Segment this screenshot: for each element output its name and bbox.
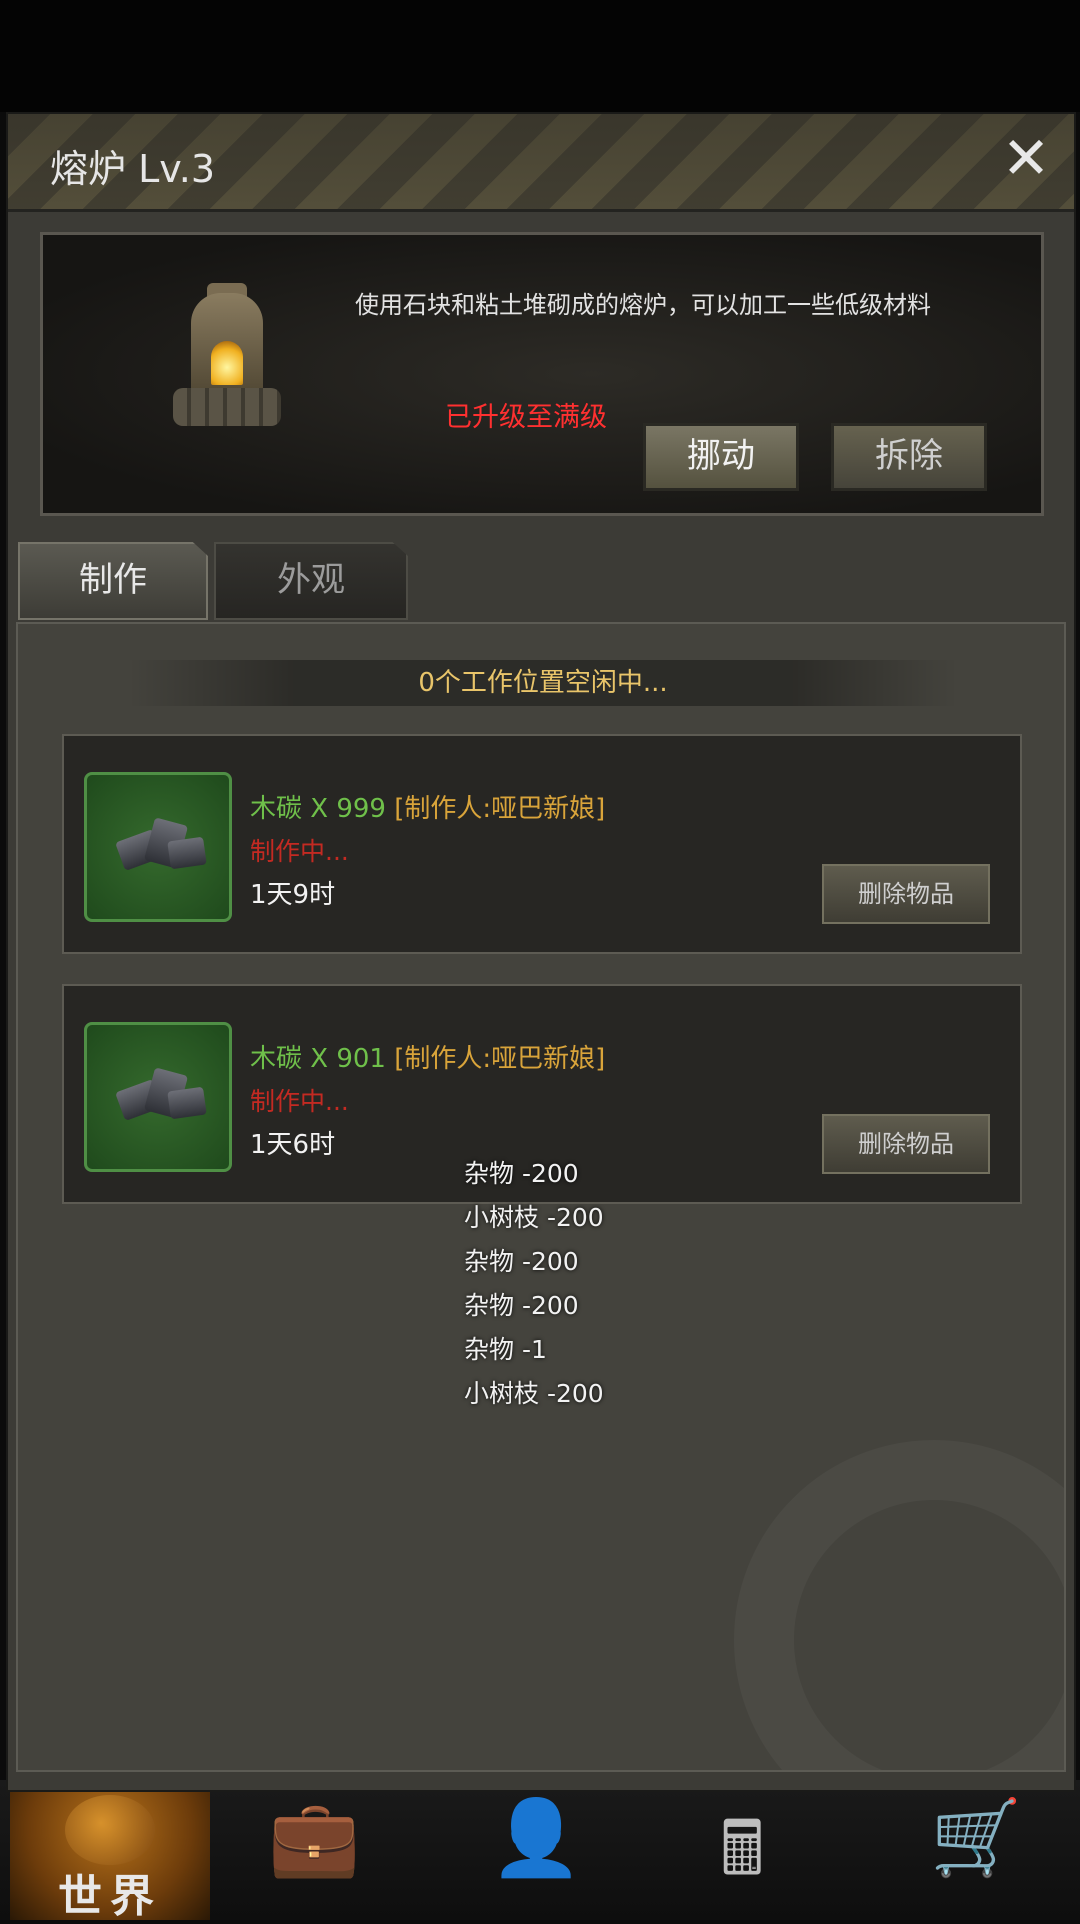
resource-toast: 杂物 -1 <box>464 1335 547 1364</box>
job-time-remaining: 1天6时 <box>250 1130 336 1160</box>
cart-icon[interactable]: 🛒 <box>930 1795 1022 1882</box>
resource-toast: 杂物 -200 <box>464 1247 579 1276</box>
delete-item-button[interactable]: 删除物品 <box>822 864 990 924</box>
dialog-header: 熔炉 Lv.3 ✕ <box>8 114 1074 212</box>
globe-icon <box>65 1795 155 1865</box>
max-level-text: 已升级至满级 <box>445 402 607 433</box>
close-icon[interactable]: ✕ <box>998 129 1054 188</box>
move-button[interactable]: 挪动 <box>643 423 799 491</box>
job-title: 木碳 X 901 [制作人:哑巴新娘] <box>250 1038 605 1075</box>
charcoal-icon <box>109 1063 209 1127</box>
job-item-name: 木碳 X 901 <box>250 1044 386 1074</box>
job-maker: [制作人:哑巴新娘] <box>394 794 606 824</box>
job-title: 木碳 X 999 [制作人:哑巴新娘] <box>250 788 605 825</box>
resource-change-toasts: 杂物 -200 小树枝 -200 杂物 -200 杂物 -200 杂物 -1 小… <box>464 1152 604 1416</box>
dialog-title: 熔炉 Lv.3 <box>50 147 216 191</box>
resource-toast: 小树枝 -200 <box>464 1203 604 1232</box>
top-status-strip <box>0 0 1080 112</box>
backpack-icon[interactable]: 💼 <box>268 1795 360 1882</box>
job-status: 制作中... <box>250 1087 349 1116</box>
resource-toast: 杂物 -200 <box>464 1291 579 1320</box>
calculator-icon[interactable]: 🖩 <box>720 1795 764 1921</box>
dismantle-button[interactable]: 拆除 <box>831 423 987 491</box>
resource-toast: 杂物 -200 <box>464 1159 579 1188</box>
nav-world-label: 世界 <box>58 1871 162 1922</box>
furnace-icon <box>173 283 283 433</box>
building-info-panel: 使用石块和粘土堆砌成的熔炉，可以加工一些低级材料 已升级至满级 挪动 拆除 <box>40 232 1044 516</box>
delete-item-button[interactable]: 删除物品 <box>822 1114 990 1174</box>
job-item-name: 木碳 X 999 <box>250 794 386 824</box>
head-gear-icon[interactable]: 👤 <box>490 1795 582 1882</box>
job-time-remaining: 1天9时 <box>250 880 336 910</box>
craft-job-card: 木碳 X 999 [制作人:哑巴新娘] 制作中... 1天9时 删除物品 <box>62 734 1022 954</box>
tab-craft[interactable]: 制作 <box>18 542 208 620</box>
work-slot-status: 0个工作位置空闲中... <box>128 660 958 706</box>
nav-world-button[interactable]: 世界 <box>10 1780 210 1922</box>
item-slot[interactable] <box>84 772 232 922</box>
tab-appearance[interactable]: 外观 <box>214 542 408 620</box>
job-maker: [制作人:哑巴新娘] <box>394 1044 606 1074</box>
bottom-nav: 世界 💼 👤 🖩 🛒 <box>0 1780 1080 1922</box>
resource-toast: 小树枝 -200 <box>464 1379 604 1408</box>
charcoal-icon <box>109 813 209 877</box>
furnace-dialog: 熔炉 Lv.3 ✕ 使用石块和粘土堆砌成的熔炉，可以加工一些低级材料 已升级至满… <box>6 112 1076 1792</box>
job-status: 制作中... <box>250 837 349 866</box>
radiation-watermark-icon <box>734 1440 1064 1770</box>
building-description: 使用石块和粘土堆砌成的熔炉，可以加工一些低级材料 <box>355 291 931 319</box>
item-slot[interactable] <box>84 1022 232 1172</box>
